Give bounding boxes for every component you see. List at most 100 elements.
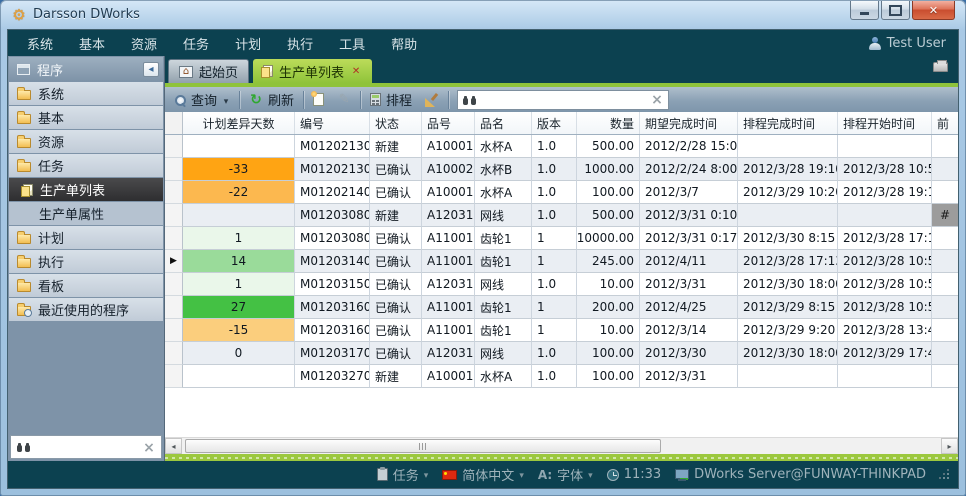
- row-selector[interactable]: [165, 365, 183, 388]
- column-header[interactable]: 排程完成时间: [738, 112, 838, 134]
- printer-icon[interactable]: [933, 62, 948, 72]
- status-language-menu[interactable]: 简体中文: [442, 465, 524, 484]
- column-header[interactable]: 版本: [532, 112, 577, 134]
- toolbar-search-clear-icon[interactable]: [651, 94, 663, 106]
- menu-item[interactable]: 计划: [222, 30, 274, 57]
- font-label: 字体: [557, 465, 583, 484]
- table-cell: A12031: [422, 204, 475, 227]
- toolbar-search-box[interactable]: [457, 90, 669, 110]
- table-header-row: 计划差异天数编号状态品号品名版本数量期望完成时间排程完成时间排程开始时间前: [165, 112, 958, 135]
- row-selector[interactable]: [165, 227, 183, 250]
- plan-diff-cell: [183, 135, 295, 158]
- sidebar-item[interactable]: 生产单属性: [9, 202, 163, 225]
- sidebar-item[interactable]: 最近使用的程序: [9, 298, 163, 321]
- sidebar-item[interactable]: 执行: [9, 250, 163, 273]
- user-icon: [869, 37, 881, 50]
- sidebar-search-box[interactable]: [10, 435, 162, 459]
- edit-button[interactable]: [333, 89, 355, 110]
- column-header[interactable]: 前: [932, 112, 958, 134]
- table-cell: [738, 135, 838, 158]
- refresh-button[interactable]: 刷新: [245, 89, 298, 110]
- scroll-right-button[interactable]: [941, 438, 958, 454]
- row-selector[interactable]: ▶: [165, 250, 183, 273]
- resize-grip[interactable]: [940, 470, 950, 480]
- row-selector[interactable]: [165, 158, 183, 181]
- sidebar-item[interactable]: 任务: [9, 154, 163, 177]
- table-cell: A10001: [422, 181, 475, 204]
- column-header[interactable]: 数量: [577, 112, 640, 134]
- table-row[interactable]: 1M012031501已确认A12031网线1.010.002012/3/312…: [165, 273, 958, 296]
- table-row[interactable]: -15M012031602已确认A11001齿轮1110.002012/3/14…: [165, 319, 958, 342]
- row-selector[interactable]: [165, 181, 183, 204]
- table-row[interactable]: -22M012021401已确认A10001水杯A1.0100.002012/3…: [165, 181, 958, 204]
- table-row[interactable]: M012032701新建A10001水杯A1.0100.002012/3/31: [165, 365, 958, 388]
- menu-item[interactable]: 执行: [274, 30, 326, 57]
- row-selector[interactable]: [165, 319, 183, 342]
- schedule-button[interactable]: 排程: [366, 89, 416, 110]
- table-cell: 2012/3/14: [640, 319, 738, 342]
- sidebar-item[interactable]: 系统: [9, 82, 163, 105]
- column-header[interactable]: 状态: [370, 112, 422, 134]
- table-row[interactable]: 27M012031601已确认A11001齿轮11200.002012/4/25…: [165, 296, 958, 319]
- user-indicator[interactable]: Test User: [869, 36, 952, 51]
- table-row[interactable]: ▶14M012031402已确认A11001齿轮11245.002012/4/1…: [165, 250, 958, 273]
- new-button[interactable]: [309, 89, 328, 110]
- menu-item[interactable]: 帮助: [378, 30, 430, 57]
- clean-button[interactable]: [421, 89, 443, 110]
- menu-item[interactable]: 任务: [170, 30, 222, 57]
- row-selector[interactable]: [165, 204, 183, 227]
- table-row[interactable]: -33M012021302已确认A10002水杯B1.01000.002012/…: [165, 158, 958, 181]
- table-cell: 1.0: [532, 365, 577, 388]
- horizontal-scrollbar[interactable]: [165, 437, 958, 454]
- status-server[interactable]: DWorks Server@FUNWAY-THINKPAD: [675, 467, 926, 482]
- sidebar-item[interactable]: 生产单列表: [9, 178, 163, 201]
- table-row[interactable]: M012030801新建A12031网线1.0500.002012/3/31 0…: [165, 204, 958, 227]
- scroll-left-button[interactable]: [165, 438, 182, 454]
- menu-item[interactable]: 资源: [118, 30, 170, 57]
- tab-start-page[interactable]: 起始页: [168, 59, 249, 83]
- toolbar-search-input[interactable]: [481, 92, 646, 108]
- menu-item[interactable]: 工具: [326, 30, 378, 57]
- table-cell: [838, 204, 932, 227]
- menu-item[interactable]: 系统: [14, 30, 66, 57]
- menu-item[interactable]: 基本: [66, 30, 118, 57]
- status-font-menu[interactable]: 字体: [538, 465, 593, 484]
- column-header[interactable]: 排程开始时间: [838, 112, 932, 134]
- scrollbar-thumb[interactable]: [185, 439, 661, 453]
- table-cell: 2012/3/28 19:10: [738, 158, 838, 181]
- row-selector[interactable]: [165, 273, 183, 296]
- row-selector[interactable]: [165, 342, 183, 365]
- column-header[interactable]: 期望完成时间: [640, 112, 738, 134]
- column-header[interactable]: 编号: [295, 112, 370, 134]
- column-header[interactable]: 计划差异天数: [183, 112, 295, 134]
- table-row[interactable]: 0M012031701已确认A12031网线1.0100.002012/3/30…: [165, 342, 958, 365]
- status-clock[interactable]: 11:33: [607, 467, 661, 482]
- maximize-button[interactable]: [881, 1, 910, 20]
- table-row[interactable]: M012021301新建A10001水杯A1.0500.002012/2/28 …: [165, 135, 958, 158]
- table-cell: M012021301: [295, 135, 370, 158]
- sidebar-search-input[interactable]: [36, 439, 137, 455]
- sidebar-item[interactable]: 看板: [9, 274, 163, 297]
- status-task-menu[interactable]: 任务: [377, 465, 429, 484]
- tab-production-order-list[interactable]: 生产单列表: [253, 59, 372, 83]
- close-button[interactable]: [912, 1, 955, 20]
- row-selector[interactable]: [165, 296, 183, 319]
- sidebar-search-clear-icon[interactable]: [143, 441, 155, 453]
- minimize-button[interactable]: [850, 1, 879, 20]
- query-button[interactable]: 查询: [170, 89, 234, 110]
- table-cell: 1000.00: [577, 158, 640, 181]
- row-selector[interactable]: [165, 135, 183, 158]
- table-cell: 10000.00: [577, 227, 640, 250]
- sidebar-item-label: 执行: [38, 252, 64, 271]
- sidebar-item[interactable]: 基本: [9, 106, 163, 129]
- sidebar-item[interactable]: 资源: [9, 130, 163, 153]
- folder-icon: [17, 162, 31, 172]
- table-row[interactable]: 1M012030802已确认A11001齿轮1110000.002012/3/3…: [165, 227, 958, 250]
- column-header[interactable]: 品号: [422, 112, 475, 134]
- column-header[interactable]: 品名: [475, 112, 532, 134]
- tab-close-icon[interactable]: [350, 65, 362, 77]
- title-bar[interactable]: Darsson DWorks: [7, 0, 959, 29]
- sidebar-item[interactable]: 计划: [9, 226, 163, 249]
- table-cell: #: [932, 204, 958, 227]
- sidebar-collapse-button[interactable]: [143, 62, 159, 77]
